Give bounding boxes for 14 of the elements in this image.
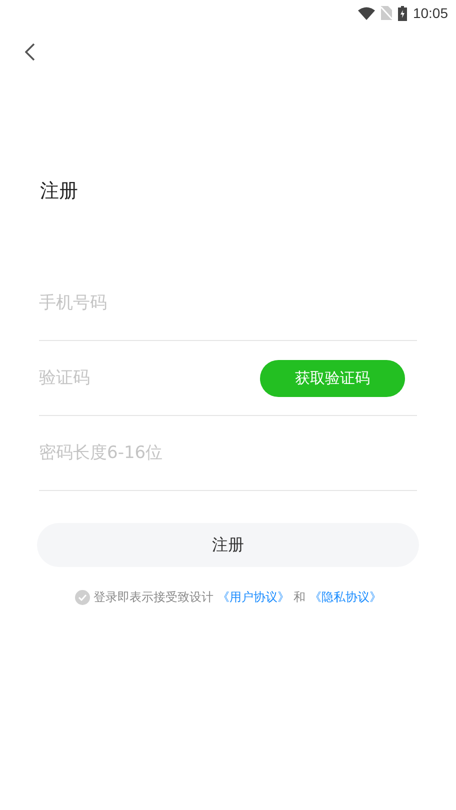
page-title: 注册 <box>40 179 79 204</box>
battery-charging-icon <box>398 6 407 20</box>
agree-checkbox[interactable] <box>74 590 90 605</box>
get-code-button[interactable]: 获取验证码 <box>260 360 405 396</box>
register-button[interactable]: 注册 <box>37 523 419 567</box>
no-sim-icon <box>380 6 392 20</box>
agreement-text: 登录即表示接受致设计 <box>94 589 214 606</box>
check-icon <box>78 594 86 601</box>
agreement-joiner: 和 <box>294 589 306 606</box>
privacy-agreement-link[interactable]: 《隐私协议》 <box>310 589 382 606</box>
user-agreement-link[interactable]: 《用户协议》 <box>218 589 290 606</box>
wifi-icon <box>358 6 375 20</box>
back-icon <box>25 43 35 61</box>
status-time: 10:05 <box>412 5 448 21</box>
